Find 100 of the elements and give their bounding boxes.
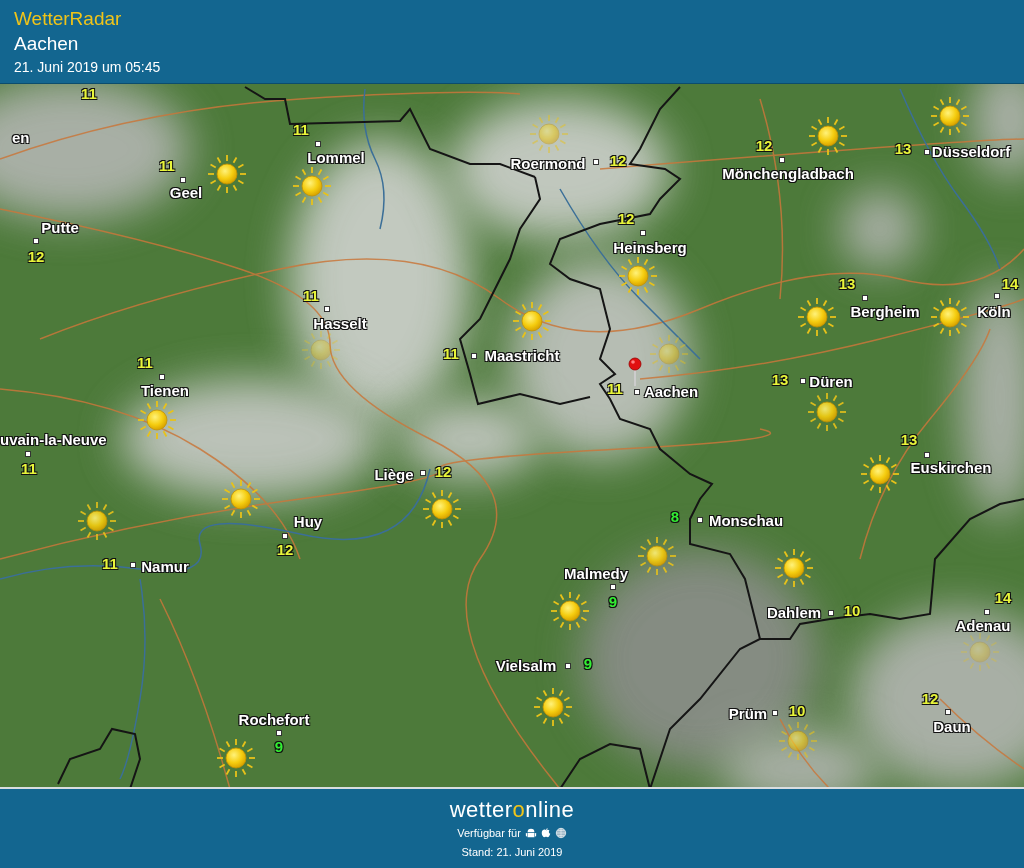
temperature-label: 12 [27,248,45,266]
city-marker [315,141,321,147]
city-marker [25,451,31,457]
city-marker [276,730,282,736]
city-marker [640,230,646,236]
city-label[interactable]: Dahlem [766,604,822,622]
sun-icon [860,454,900,494]
temperature-label: 9 [274,738,284,756]
city-marker [324,306,330,312]
sun-icon [512,301,552,341]
city-marker [984,609,990,615]
city-marker [994,293,1000,299]
city-marker [593,159,599,165]
city-label[interactable]: Tienen [140,382,190,400]
city-label[interactable]: Heinsberg [613,239,687,257]
sun-icon [618,256,658,296]
globe-icon[interactable] [554,827,567,840]
city-marker [565,663,571,669]
android-icon[interactable] [524,827,537,840]
sun-icon [930,297,970,337]
sun-icon [637,536,677,576]
temperature-label: 11 [607,380,623,398]
city-label[interactable]: Geel [169,184,203,202]
city-label[interactable]: Bergheim [850,303,920,321]
temperature-label: 8 [670,508,680,526]
sun-icon [797,297,837,337]
city-marker [634,389,640,395]
temperature-label: 11 [21,460,37,478]
city-marker [159,374,165,380]
temperature-label: 12 [609,152,627,170]
sun-icon [807,392,847,432]
temperature-label: 12 [276,541,294,559]
city-marker [180,177,186,183]
temperature-label: 12 [921,690,939,708]
city-marker [772,710,778,716]
temperature-label: 11 [293,121,309,139]
city-marker [420,470,426,476]
city-marker [828,610,834,616]
availability-label: Verfügbar für [457,826,521,841]
sun-icon [137,400,177,440]
sun-icon [808,116,848,156]
location-name: Aachen [14,31,80,56]
city-label[interactable]: Vielsalm [495,657,557,675]
city-label[interactable]: Mönchengladbach [722,165,854,183]
city-marker [610,584,616,590]
temperature-label: 12 [434,463,452,481]
sun-icon [550,591,590,631]
city-label[interactable]: Maastricht [484,347,560,365]
sun-icon [422,489,462,529]
temperature-label: 11 [443,345,459,363]
city-marker [471,353,477,359]
city-label[interactable]: Namur [141,558,189,576]
temperature-label: 9 [608,593,618,611]
temperature-label: 13 [771,371,789,389]
city-label[interactable]: Aachen [643,383,699,401]
sun-icon [774,548,814,588]
city-marker [800,378,806,384]
temperature-label: 14 [994,589,1012,607]
city-marker [282,533,288,539]
wetteronline-logo: wetteronline [449,797,575,823]
city-label[interactable]: Euskirchen [910,459,992,477]
app-title: WetterRadar [14,6,123,31]
city-label[interactable]: Rochefort [238,711,310,729]
city-marker [130,562,136,568]
temperature-label: 11 [303,287,319,305]
temperature-label: 13 [838,275,856,293]
city-label[interactable]: Düsseldorf [931,143,1011,161]
city-label[interactable]: Putte [41,219,79,237]
temperature-label: 10 [788,702,806,720]
updated-date: Stand: 21. Juni 2019 [461,844,563,860]
city-label[interactable]: Prüm [728,705,768,723]
city-label[interactable]: Lommel [307,149,365,167]
timestamp: 21. Juni 2019 um 05:45 [14,57,162,77]
temperature-label: 10 [843,602,861,620]
city-marker [945,709,951,715]
apple-icon[interactable] [539,827,552,840]
sun-icon [292,166,332,206]
temperature-label: 11 [159,157,175,175]
city-label[interactable]: uvain-la-Neuve [0,431,107,449]
city-label[interactable]: Liège [374,466,414,484]
city-marker [697,517,703,523]
temperature-label: 9 [583,655,593,673]
city-label[interactable]: Adenau [955,617,1011,635]
city-marker [924,452,930,458]
city-label[interactable]: Köln [977,303,1011,321]
sun-icon [216,738,256,778]
city-label[interactable]: Huy [293,513,323,531]
temperature-label: 11 [137,354,153,372]
sun-icon [778,721,818,761]
sun-icon [207,154,247,194]
city-marker [779,157,785,163]
sun-icon [77,501,117,541]
city-label[interactable]: Düren [809,373,853,391]
city-label[interactable]: Monschau [708,512,784,530]
city-label[interactable]: Malmedy [563,565,629,583]
city-marker [862,295,868,301]
sun-icon [529,114,569,154]
temperature-label: 11 [81,85,97,103]
city-label[interactable]: en [12,129,30,147]
city-label[interactable]: Daun [933,718,971,736]
